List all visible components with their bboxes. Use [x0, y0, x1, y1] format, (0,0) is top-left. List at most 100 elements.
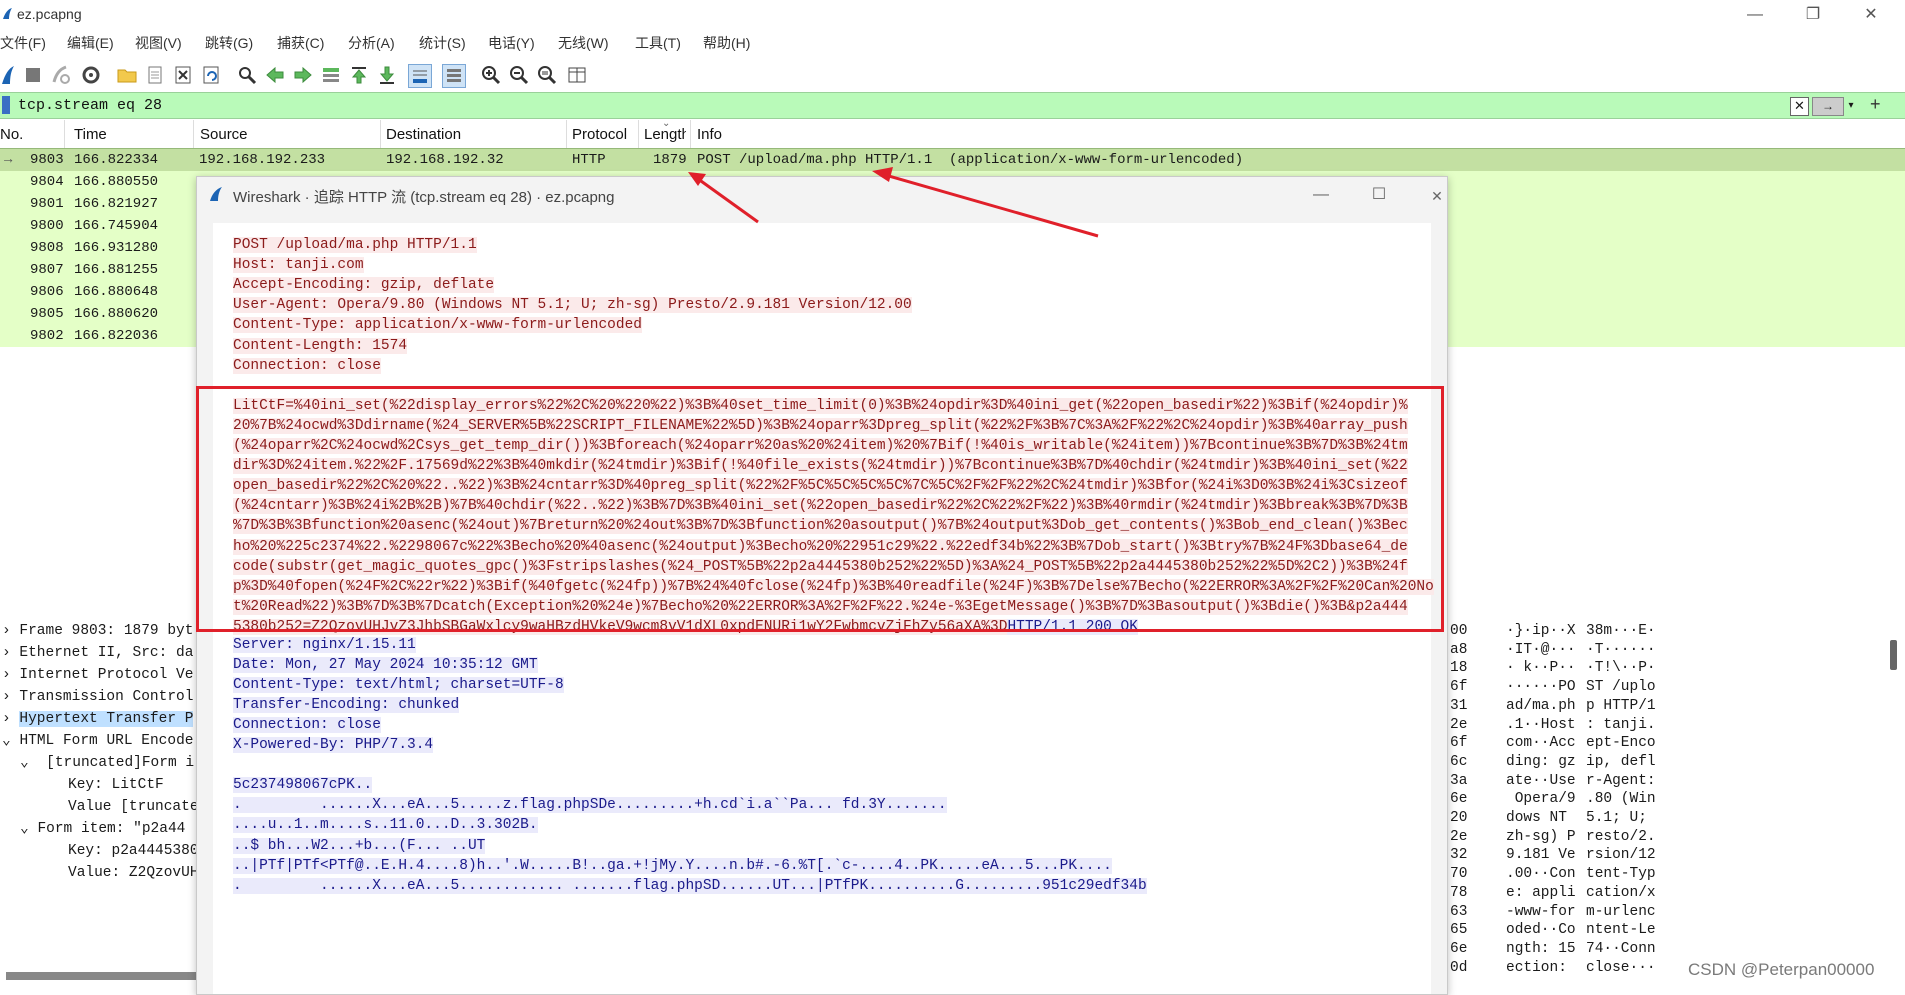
- menu-tools[interactable]: 工具(T): [635, 33, 681, 53]
- menu-analyze[interactable]: 分析(A): [348, 33, 395, 53]
- menu-edit[interactable]: 编辑(E): [67, 33, 114, 53]
- shark-start-icon[interactable]: [0, 64, 22, 86]
- detail-row-form-item[interactable]: ⌄ [truncated]Form i: [20, 752, 194, 774]
- ascii-bytes[interactable]: .00··Con: [1506, 865, 1576, 884]
- hex-offset[interactable]: 3a: [1450, 772, 1467, 791]
- reload-icon[interactable]: [200, 64, 222, 86]
- ascii-bytes[interactable]: ST /uplo: [1586, 678, 1656, 697]
- ascii-bytes[interactable]: rsion/12: [1586, 846, 1656, 865]
- ascii-bytes[interactable]: 38m···E·: [1586, 622, 1656, 641]
- restart-icon[interactable]: [50, 64, 72, 86]
- ascii-bytes[interactable]: com··Acc: [1506, 734, 1576, 753]
- hex-offset[interactable]: 18: [1450, 659, 1467, 678]
- ascii-bytes[interactable]: 74··Conn: [1586, 940, 1656, 959]
- ascii-bytes[interactable]: m-urlenc: [1586, 903, 1656, 922]
- column-divider[interactable]: [193, 120, 194, 148]
- menu-help[interactable]: 帮助(H): [703, 33, 750, 53]
- ascii-bytes[interactable]: ad/ma.ph: [1506, 697, 1576, 716]
- detail-row-tcp[interactable]: › Transmission Control: [2, 686, 193, 708]
- hex-offset[interactable]: a8: [1450, 641, 1467, 660]
- ascii-bytes[interactable]: ate··Use: [1506, 772, 1576, 791]
- ascii-bytes[interactable]: ·}·ip··X: [1506, 622, 1576, 641]
- ascii-bytes[interactable]: cation/x: [1586, 884, 1656, 903]
- minimize-button[interactable]: —: [1732, 2, 1778, 28]
- column-source[interactable]: Source: [200, 126, 248, 143]
- detail-row-form-item[interactable]: ⌄ Form item: "p2a44: [20, 818, 185, 840]
- autoscroll-icon[interactable]: [408, 64, 432, 88]
- column-info[interactable]: Info: [697, 126, 722, 143]
- detail-row-form[interactable]: ⌄ HTML Form URL Encode: [2, 730, 193, 752]
- column-divider[interactable]: [64, 120, 65, 148]
- detail-row-key[interactable]: Key: p2a4445380: [68, 840, 199, 862]
- ascii-bytes[interactable]: ngth: 15: [1506, 940, 1576, 959]
- goto-packet-icon[interactable]: [320, 64, 342, 86]
- ascii-bytes[interactable]: close···: [1586, 959, 1656, 978]
- hex-offset[interactable]: 2e: [1450, 828, 1467, 847]
- display-filter-input[interactable]: tcp.stream eq 28: [18, 97, 162, 114]
- menu-statistics[interactable]: 统计(S): [419, 33, 466, 53]
- ascii-bytes[interactable]: Opera/9: [1506, 790, 1576, 809]
- column-destination[interactable]: Destination: [386, 126, 461, 143]
- detail-row-http[interactable]: › Hypertext Transfer P: [2, 708, 194, 730]
- last-packet-icon[interactable]: [376, 64, 398, 86]
- details-scrollbar[interactable]: [6, 972, 196, 980]
- hex-offset[interactable]: 63: [1450, 903, 1467, 922]
- hex-offset[interactable]: 32: [1450, 846, 1467, 865]
- menu-capture[interactable]: 捕获(C): [277, 33, 324, 53]
- zoom-out-icon[interactable]: [508, 64, 530, 86]
- dialog-minimize-button[interactable]: —: [1301, 183, 1341, 207]
- column-time[interactable]: Time: [74, 126, 107, 143]
- ascii-bytes[interactable]: zh-sg) P: [1506, 828, 1576, 847]
- ascii-bytes[interactable]: 5.1; U;: [1586, 809, 1647, 828]
- ascii-bytes[interactable]: ntent-Le: [1586, 921, 1656, 940]
- detail-row-value[interactable]: Value: Z2QzovUH: [68, 862, 199, 884]
- expand-arrow-icon[interactable]: ⌄: [20, 755, 29, 771]
- expand-arrow-icon[interactable]: ⌄: [20, 821, 29, 837]
- hex-offset[interactable]: 6e: [1450, 790, 1467, 809]
- colorize-icon[interactable]: [442, 64, 466, 88]
- column-divider[interactable]: [690, 120, 691, 148]
- bytes-scrollbar[interactable]: [1890, 640, 1897, 670]
- menu-wireless[interactable]: 无线(W): [558, 33, 609, 53]
- stop-icon[interactable]: [22, 64, 44, 86]
- forward-arrow-icon[interactable]: [292, 64, 314, 86]
- ascii-bytes[interactable]: ·IT·@···: [1506, 641, 1576, 660]
- menu-telephony[interactable]: 电话(Y): [488, 33, 535, 53]
- ascii-bytes[interactable]: tent-Typ: [1586, 865, 1656, 884]
- first-packet-icon[interactable]: [348, 64, 370, 86]
- ascii-bytes[interactable]: resto/2.: [1586, 828, 1656, 847]
- ascii-bytes[interactable]: -www-for: [1506, 903, 1576, 922]
- ascii-bytes[interactable]: .1··Host: [1506, 716, 1576, 735]
- detail-row-key[interactable]: Key: LitCtF: [68, 774, 164, 796]
- ascii-bytes[interactable]: ept-Enco: [1586, 734, 1656, 753]
- hex-offset[interactable]: 0d: [1450, 959, 1467, 978]
- ascii-bytes[interactable]: .80 (Win: [1586, 790, 1656, 809]
- hex-offset[interactable]: 6e: [1450, 940, 1467, 959]
- filter-bookmark-icon[interactable]: [2, 96, 10, 114]
- apply-filter-button[interactable]: →: [1812, 97, 1844, 116]
- dialog-maximize-button[interactable]: ☐: [1359, 183, 1399, 207]
- ascii-bytes[interactable]: ······PO: [1506, 678, 1576, 697]
- hex-offset[interactable]: 2e: [1450, 716, 1467, 735]
- menu-go[interactable]: 跳转(G): [205, 33, 253, 53]
- expand-arrow-icon[interactable]: ›: [2, 711, 11, 727]
- hex-offset[interactable]: 70: [1450, 865, 1467, 884]
- column-divider[interactable]: [638, 120, 639, 148]
- ascii-bytes[interactable]: ding: gz: [1506, 753, 1576, 772]
- ascii-bytes[interactable]: ·T!\··P·: [1586, 659, 1656, 678]
- close-button[interactable]: ✕: [1848, 2, 1894, 28]
- hex-offset[interactable]: 6c: [1450, 753, 1467, 772]
- detail-row-frame[interactable]: › Frame 9803: 1879 byt: [2, 620, 193, 642]
- column-protocol[interactable]: Protocol: [572, 126, 627, 143]
- packet-row-selected[interactable]: → 9803 166.822334 192.168.192.233 192.16…: [0, 148, 1905, 172]
- resize-columns-icon[interactable]: [566, 64, 588, 86]
- ascii-bytes[interactable]: ·T······: [1586, 641, 1656, 660]
- detail-row-value[interactable]: Value [truncate: [68, 796, 199, 818]
- search-icon[interactable]: [236, 64, 258, 86]
- file-icon[interactable]: [144, 64, 166, 86]
- column-divider[interactable]: [380, 120, 381, 148]
- hex-offset[interactable]: 31: [1450, 697, 1467, 716]
- expand-arrow-icon[interactable]: ›: [2, 645, 11, 661]
- column-no[interactable]: No.: [0, 126, 23, 143]
- detail-row-ip[interactable]: › Internet Protocol Ve: [2, 664, 193, 686]
